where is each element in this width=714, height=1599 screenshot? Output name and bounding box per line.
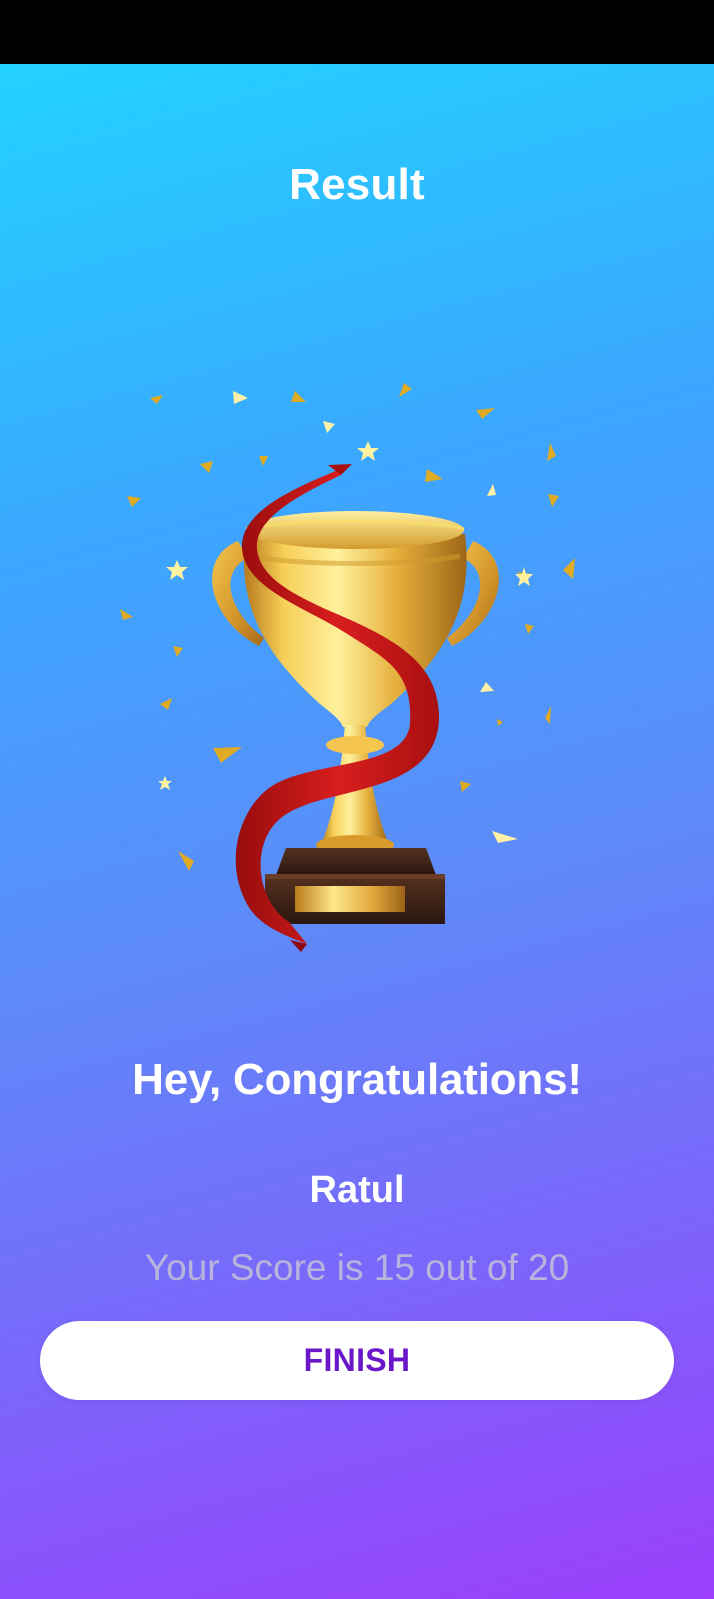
result-screen: Result Hey, Congratulations! Ratul Your …	[0, 0, 714, 1599]
page-title: Result	[289, 160, 425, 209]
finish-button-label: FINISH	[303, 1342, 411, 1378]
trophy-icon	[120, 383, 575, 952]
finish-button[interactable]: FINISH	[40, 1321, 674, 1400]
congratulations-heading: Hey, Congratulations!	[132, 1055, 582, 1104]
status-bar	[0, 0, 714, 64]
app-content: Result Hey, Congratulations! Ratul Your …	[0, 64, 714, 1599]
player-name: Ratul	[309, 1169, 405, 1211]
score-text: Your Score is 15 out of 20	[144, 1247, 570, 1288]
